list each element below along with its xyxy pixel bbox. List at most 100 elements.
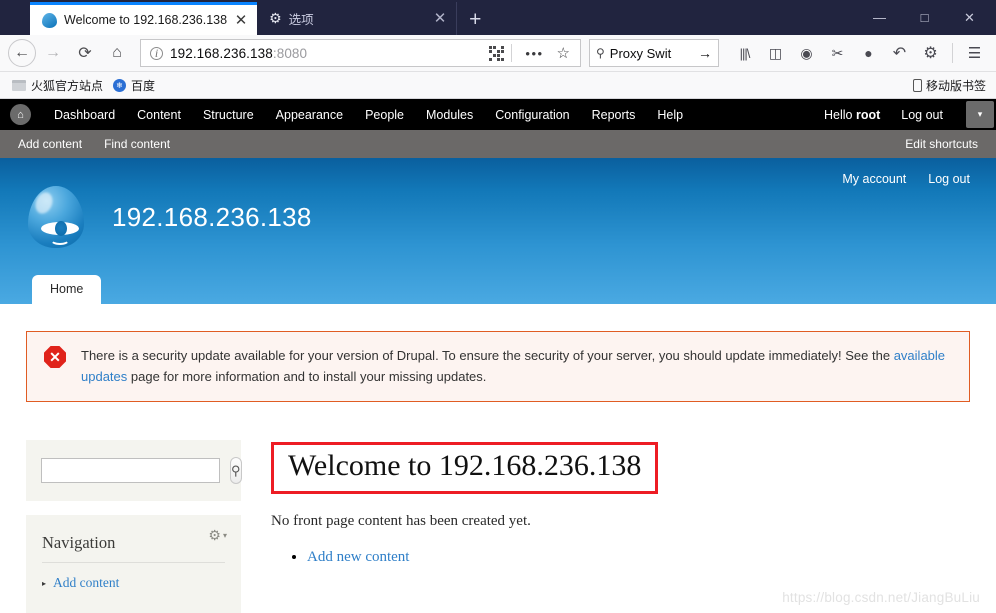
toolbar-divider [952, 43, 953, 63]
bookmark-baidu[interactable]: ❄ 百度 [111, 77, 163, 94]
close-window-button[interactable]: ✕ [947, 0, 992, 35]
admin-home-icon[interactable]: ⌂ [10, 104, 31, 125]
browser-toolbar: ← → ⟳ ⌂ i 192.168.236.138:8080 ••• ☆ ⚲ P… [0, 35, 996, 72]
tab-title: Welcome to 192.168.236.138 [64, 13, 228, 27]
gear-icon[interactable]: ⚙ [208, 527, 221, 544]
shortcut-find-content[interactable]: Find content [104, 137, 170, 151]
bookmark-star-icon[interactable]: ☆ [557, 44, 574, 62]
menu-icon[interactable]: ☰ [961, 40, 988, 67]
admin-logout-link[interactable]: Log out [890, 108, 954, 122]
shortcut-add-content[interactable]: Add content [18, 137, 82, 151]
drupal-droplet-shape [28, 186, 84, 248]
search-input[interactable]: Proxy Swit [610, 46, 693, 61]
new-tab-button[interactable]: + [457, 9, 493, 35]
edit-shortcuts-link[interactable]: Edit shortcuts [905, 137, 978, 151]
search-icon: ⚲ [596, 46, 605, 60]
forward-button[interactable]: → [38, 38, 68, 68]
page-content: ✕ There is a security update available f… [0, 331, 996, 613]
admin-item-structure[interactable]: Structure [192, 108, 265, 122]
page-actions-icon[interactable]: ••• [519, 46, 549, 61]
search-bar[interactable]: ⚲ Proxy Swit → [589, 39, 719, 67]
site-header: My account Log out 192.168.236.138 Home [0, 158, 996, 304]
message-text-before: There is a security update available for… [81, 348, 894, 363]
navigation-block-title: Navigation [42, 533, 225, 564]
back-button[interactable]: ← [8, 39, 36, 67]
drupal-drop-icon [42, 12, 57, 28]
toolbar-icons: |||\ ◫ ◉ ✂ ● ↶ ⚙ ☰ [731, 40, 988, 67]
browser-tab-options[interactable]: ⚙ 选项 ✕ [257, 2, 458, 35]
site-user-links: My account Log out [842, 172, 970, 186]
droplet-smile [50, 234, 70, 245]
baidu-paw-icon: ❄ [113, 78, 127, 92]
browser-titlebar: Welcome to 192.168.236.138 ✕ ⚙ 选项 ✕ + — … [0, 0, 996, 35]
site-info-icon[interactable]: i [150, 46, 163, 60]
content-columns: ⚲ ⚙ ▾ Navigation ▸ Add content Welcome t… [26, 440, 970, 613]
chevron-down-icon[interactable]: ▾ [966, 101, 994, 128]
undo-icon[interactable]: ↶ [886, 40, 913, 67]
admin-item-modules[interactable]: Modules [415, 108, 484, 122]
browser-tab-active[interactable]: Welcome to 192.168.236.138 ✕ [30, 2, 258, 35]
page-title: Welcome to 192.168.236.138 [288, 449, 642, 483]
nav-item-add-content[interactable]: ▸ Add content [42, 575, 225, 591]
add-new-content-link[interactable]: Add new content [307, 549, 409, 565]
bookmark-label: 百度 [131, 78, 156, 93]
admin-item-reports[interactable]: Reports [581, 108, 647, 122]
content-action-list: Add new content [271, 549, 970, 566]
drupal-logo-icon[interactable] [24, 182, 86, 252]
search-submit-button[interactable]: ⚲ [230, 457, 242, 485]
admin-greeting: Hello root [814, 108, 890, 122]
bookmark-mobile[interactable]: 移动版书签 [912, 77, 986, 94]
admin-item-help[interactable]: Help [646, 108, 694, 122]
my-account-link[interactable]: My account [842, 172, 906, 186]
search-go-icon[interactable]: → [698, 45, 712, 61]
site-branding[interactable]: 192.168.236.138 [24, 158, 972, 252]
chevron-down-icon[interactable]: ▾ [223, 531, 227, 540]
account-icon[interactable]: ◉ [793, 40, 820, 67]
search-icon: ⚲ [231, 462, 241, 478]
url-text: 192.168.236.138:8080 [170, 46, 482, 61]
tab-close-icon[interactable]: ✕ [433, 11, 447, 26]
home-button[interactable]: ⌂ [102, 38, 132, 68]
search-block: ⚲ [26, 440, 242, 502]
primary-tab-home[interactable]: Home [32, 275, 102, 304]
search-input[interactable] [41, 458, 220, 484]
reload-button[interactable]: ⟳ [70, 38, 100, 68]
admin-username: root [855, 107, 881, 122]
window-controls: — □ ✕ [857, 0, 996, 35]
sidebar-icon[interactable]: ◫ [762, 40, 789, 67]
no-content-text: No front page content has been created y… [271, 512, 531, 529]
drupal-admin-toolbar: ⌂ Dashboard Content Structure Appearance… [0, 99, 996, 130]
tab-title: 选项 [288, 13, 314, 27]
admin-item-appearance[interactable]: Appearance [265, 108, 354, 122]
site-name: 192.168.236.138 [112, 201, 312, 232]
library-icon[interactable]: |||\ [731, 40, 758, 67]
url-port: :8080 [272, 45, 308, 61]
toolbar-divider [511, 44, 513, 62]
nav-item-label[interactable]: Add content [53, 575, 119, 591]
bookmark-firefox-sites[interactable]: 火狐官方站点 [10, 77, 111, 94]
tab-strip: Welcome to 192.168.236.138 ✕ ⚙ 选项 ✕ + [0, 0, 857, 35]
list-item: Add new content [307, 549, 970, 566]
chevron-right-icon: ▸ [42, 578, 47, 588]
gear-icon: ⚙ [269, 10, 282, 26]
main-content: Welcome to 192.168.236.138 No front page… [271, 440, 970, 613]
admin-item-dashboard[interactable]: Dashboard [43, 108, 126, 122]
url-bar[interactable]: i 192.168.236.138:8080 ••• ☆ [140, 39, 581, 67]
pocket-icon[interactable]: ● [855, 40, 882, 67]
error-octagon-icon: ✕ [44, 346, 66, 368]
tab-close-icon[interactable]: ✕ [234, 13, 248, 28]
admin-item-content[interactable]: Content [126, 108, 192, 122]
maximize-button[interactable]: □ [902, 0, 947, 35]
admin-item-people[interactable]: People [354, 108, 415, 122]
folder-icon [12, 79, 26, 91]
site-logout-link[interactable]: Log out [928, 172, 970, 186]
qr-code-icon[interactable] [489, 45, 505, 61]
extension-gear-icon[interactable]: ⚙ [917, 40, 944, 67]
sidebar-first: ⚲ ⚙ ▾ Navigation ▸ Add content [26, 440, 242, 613]
screenshot-icon[interactable]: ✂ [824, 40, 851, 67]
drupal-shortcut-bar: Add content Find content Edit shortcuts [0, 130, 996, 158]
bookmark-label: 火狐官方站点 [31, 78, 104, 93]
minimize-button[interactable]: — [857, 0, 902, 35]
admin-item-configuration[interactable]: Configuration [484, 108, 580, 122]
block-config-control[interactable]: ⚙ ▾ [208, 527, 227, 544]
